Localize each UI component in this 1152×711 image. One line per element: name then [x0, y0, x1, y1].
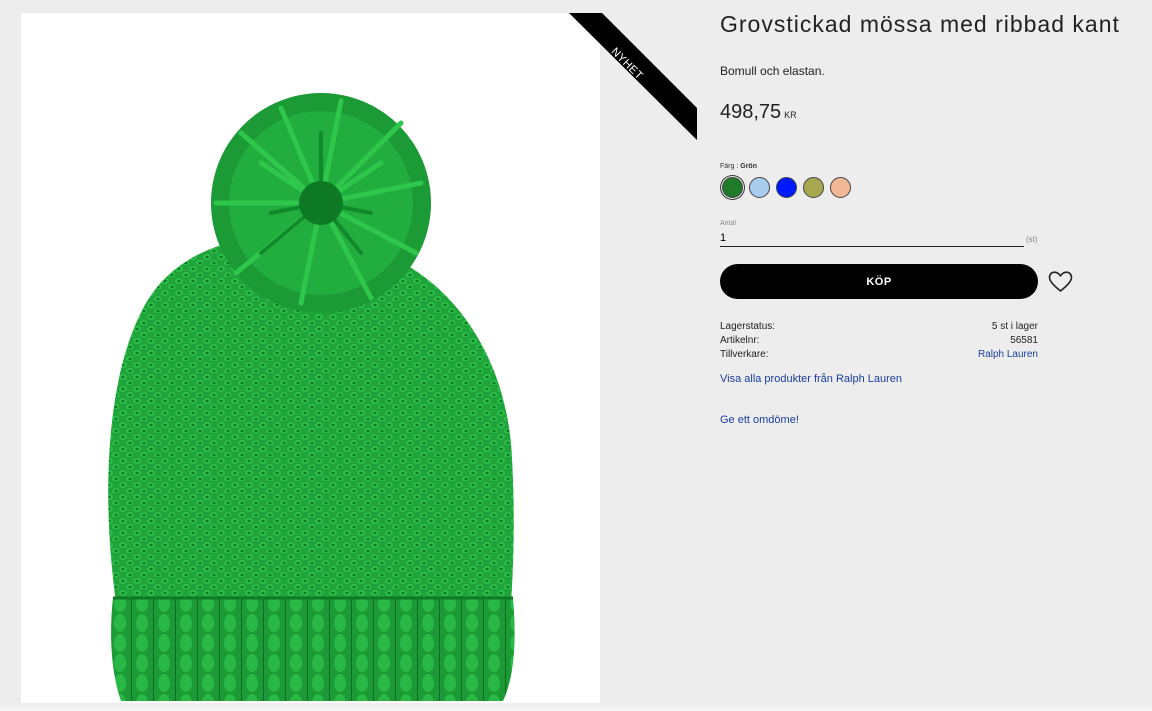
quantity-unit: (st)	[1026, 235, 1038, 244]
page-bottom-edge	[0, 703, 1152, 711]
product-meta: Lagerstatus: 5 st i lager Artikelnr: 565…	[720, 320, 1038, 362]
quantity-label: Antal	[720, 220, 736, 227]
swatch-blue[interactable]	[776, 177, 797, 198]
article-value: 56581	[1010, 335, 1038, 346]
swatch-green[interactable]	[722, 177, 743, 198]
selected-color-name: Grön	[740, 163, 757, 170]
stock-value: 5 st i lager	[991, 321, 1038, 332]
price-currency: KR	[784, 110, 797, 120]
stock-label: Lagerstatus:	[720, 321, 776, 332]
product-price: 498,75 KR	[720, 101, 797, 124]
maker-row: Tillverkare: Ralph Lauren	[720, 348, 1038, 362]
maker-link[interactable]: Ralph Lauren	[978, 348, 1038, 362]
heart-icon[interactable]	[1048, 271, 1073, 293]
color-swatches	[722, 177, 851, 198]
article-label: Artikelnr:	[720, 335, 760, 346]
product-image[interactable]	[21, 13, 600, 711]
product-title: Grovstickad mössa med ribbad kant	[720, 11, 1120, 37]
new-badge-ribbon: NYHET	[569, 13, 697, 140]
beanie-image	[108, 93, 515, 701]
swatch-olive[interactable]	[803, 177, 824, 198]
maker-label: Tillverkare:	[720, 349, 769, 360]
swatch-peach[interactable]	[830, 177, 851, 198]
buy-button[interactable]: KÖP	[720, 264, 1038, 299]
price-value: 498,75	[720, 101, 782, 123]
color-label: Färg : Grön	[720, 163, 757, 170]
stock-row: Lagerstatus: 5 st i lager	[720, 320, 1038, 334]
pompom-shape	[211, 93, 431, 313]
all-products-link[interactable]: Visa alla produkter från Ralph Lauren	[720, 373, 902, 385]
review-link[interactable]: Ge ett omdöme!	[720, 414, 799, 426]
product-description: Bomull och elastan.	[720, 64, 825, 78]
swatch-light-blue[interactable]	[749, 177, 770, 198]
article-row: Artikelnr: 56581	[720, 334, 1038, 348]
quantity-input[interactable]	[720, 229, 1024, 247]
